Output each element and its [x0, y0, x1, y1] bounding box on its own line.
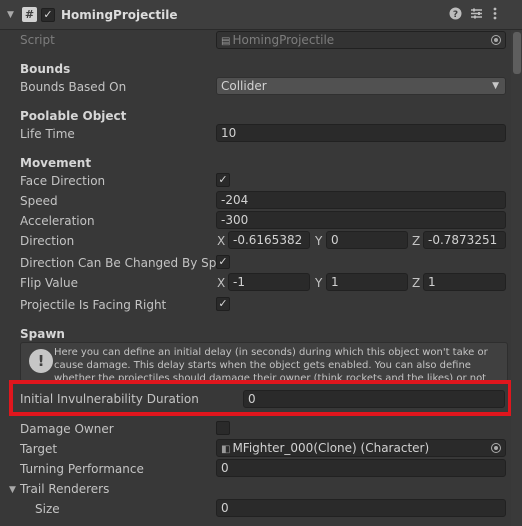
- face-direction-label: Face Direction: [20, 174, 106, 188]
- info-icon: !: [29, 349, 53, 373]
- trail-size-label: Size: [35, 502, 60, 516]
- flip-z-label[interactable]: Z: [412, 276, 420, 290]
- script-field[interactable]: ▤ HomingProjectile: [216, 31, 506, 49]
- component-title: HomingProjectile: [61, 8, 178, 22]
- bounds-based-on-dropdown[interactable]: Collider ▼: [216, 77, 506, 95]
- section-spawn: Spawn: [20, 327, 65, 341]
- flip-z-field[interactable]: 1: [423, 273, 506, 291]
- damage-owner-checkbox[interactable]: [216, 421, 230, 435]
- flip-value-label: Flip Value: [20, 276, 78, 290]
- script-label: Script: [20, 33, 55, 47]
- target-label: Target: [20, 442, 58, 456]
- direction-z-label[interactable]: Z: [412, 234, 420, 248]
- scrollbar-track[interactable]: [511, 30, 522, 526]
- section-poolable: Poolable Object: [20, 109, 127, 123]
- flip-y-label[interactable]: Y: [315, 276, 322, 290]
- acceleration-field[interactable]: -300: [216, 211, 506, 229]
- more-icon[interactable]: [492, 7, 498, 23]
- flip-y-field[interactable]: 1: [326, 273, 408, 291]
- spawn-help-box: ! Here you can define an initial delay (…: [20, 342, 508, 382]
- flip-x-label[interactable]: X: [217, 276, 225, 290]
- direction-y-label[interactable]: Y: [315, 234, 322, 248]
- dropdown-arrow-icon: ▼: [492, 81, 499, 91]
- life-time-label: Life Time: [20, 127, 75, 141]
- face-direction-checkbox[interactable]: ✓: [216, 173, 230, 187]
- script-value: HomingProjectile: [232, 33, 335, 47]
- svg-text:?: ?: [453, 10, 458, 20]
- trail-foldout-arrow-icon[interactable]: ▼: [9, 485, 16, 495]
- prefab-icon: ◧: [221, 444, 231, 455]
- target-field[interactable]: ◧ MFighter_000(Clone) (Character): [216, 439, 506, 457]
- highlight-box: [9, 380, 512, 416]
- direction-changed-label: Direction Can Be Changed By Spa: [20, 256, 224, 270]
- script-icon: #: [22, 7, 37, 22]
- direction-changed-checkbox[interactable]: ✓: [216, 255, 230, 269]
- scrollbar-thumb[interactable]: [513, 32, 521, 74]
- facing-right-checkbox[interactable]: ✓: [216, 297, 230, 311]
- object-picker-icon[interactable]: [491, 35, 501, 45]
- component-enabled-checkbox[interactable]: ✓: [41, 8, 55, 22]
- trail-renderers-label[interactable]: Trail Renderers: [20, 482, 109, 496]
- direction-x-label[interactable]: X: [217, 234, 225, 248]
- component-header: ▼ # ✓ HomingProjectile ?: [0, 0, 522, 30]
- acceleration-label: Acceleration: [20, 214, 95, 228]
- flip-x-field[interactable]: -1: [228, 273, 310, 291]
- direction-z-field[interactable]: -0.7873251: [423, 231, 506, 249]
- target-value: MFighter_000(Clone) (Character): [232, 441, 430, 455]
- section-movement: Movement: [20, 156, 92, 170]
- bounds-based-on-label: Bounds Based On: [20, 80, 127, 94]
- speed-label: Speed: [20, 194, 58, 208]
- direction-y-field[interactable]: 0: [326, 231, 408, 249]
- direction-x-field[interactable]: -0.6165382: [228, 231, 310, 249]
- turning-performance-field[interactable]: 0: [216, 459, 506, 477]
- foldout-arrow-icon[interactable]: ▼: [7, 10, 14, 20]
- damage-owner-label: Damage Owner: [20, 422, 114, 436]
- section-bounds: Bounds: [20, 62, 71, 76]
- life-time-field[interactable]: 10: [216, 124, 506, 142]
- script-file-icon: ▤: [221, 36, 231, 47]
- bounds-based-on-value: Collider: [221, 79, 267, 93]
- trail-size-field[interactable]: 0: [216, 499, 506, 517]
- turning-performance-label: Turning Performance: [20, 462, 144, 476]
- facing-right-label: Projectile Is Facing Right: [20, 298, 167, 312]
- speed-field[interactable]: -204: [216, 191, 506, 209]
- help-icon[interactable]: ?: [449, 7, 462, 23]
- presets-icon[interactable]: [470, 7, 483, 23]
- target-picker-icon[interactable]: [491, 443, 501, 453]
- direction-label: Direction: [20, 234, 75, 248]
- spawn-help-text: Here you can define an initial delay (in…: [54, 347, 488, 382]
